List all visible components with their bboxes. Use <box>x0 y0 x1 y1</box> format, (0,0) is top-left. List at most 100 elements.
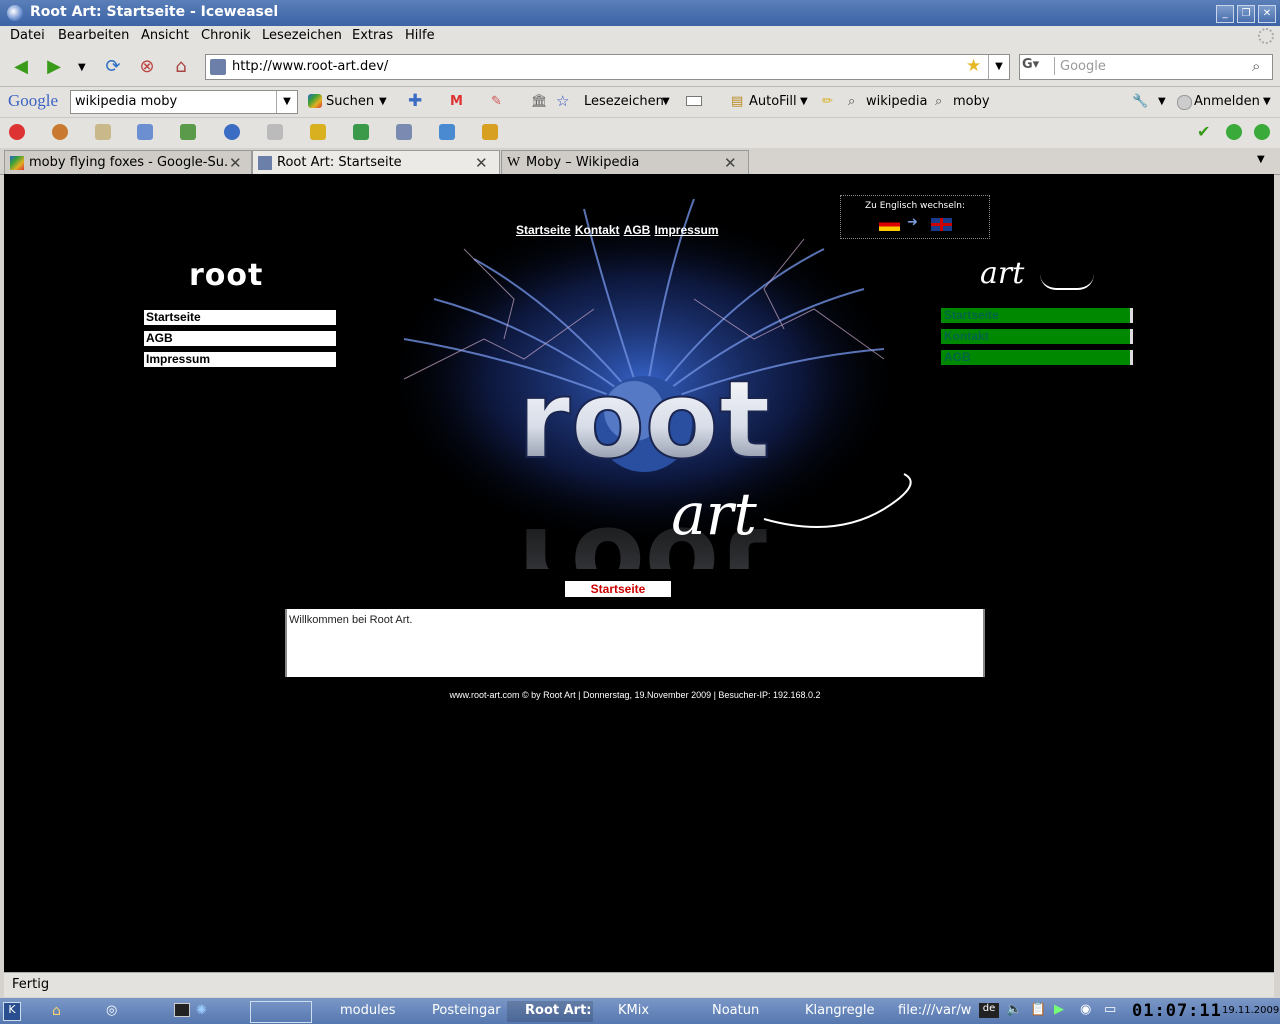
task-klangregler[interactable]: Klangregle <box>785 1001 875 1022</box>
menu-hilfe[interactable]: Hilfe <box>405 28 435 43</box>
date[interactable]: 19.11.2009 <box>1222 1005 1279 1016</box>
images-icon[interactable] <box>180 124 196 140</box>
minimize-button[interactable]: _ <box>1216 5 1234 23</box>
options-icon[interactable] <box>482 124 498 140</box>
close-button[interactable]: ✕ <box>1258 5 1276 23</box>
outline-icon[interactable] <box>310 124 326 140</box>
browser-icon[interactable]: ✺ <box>196 1003 207 1018</box>
klipper-icon[interactable]: 📋 <box>1030 1002 1046 1017</box>
search-engine-icon[interactable]: G▾ <box>1022 57 1055 75</box>
google-bookmarks-button[interactable]: Lesezeichen <box>584 94 664 109</box>
top-link-startseite[interactable]: Startseite <box>516 223 571 237</box>
top-link-agb[interactable]: AGB <box>624 223 651 237</box>
close-tab-icon[interactable]: ✕ <box>724 154 737 172</box>
right-menu-kontakt[interactable]: Kontakt <box>941 329 1133 344</box>
term-moby-button[interactable]: moby <box>953 94 990 109</box>
german-flag-icon[interactable] <box>879 218 900 231</box>
left-menu-agb[interactable]: AGB <box>144 331 336 346</box>
disable-icon[interactable] <box>9 124 25 140</box>
search-dropdown-icon[interactable]: ▼ <box>379 96 387 107</box>
right-menu-agb[interactable]: AGB <box>941 350 1133 365</box>
tab-list-dropdown-icon[interactable]: ▼ <box>1257 154 1265 165</box>
view-source-icon[interactable] <box>439 124 455 140</box>
left-menu-startseite[interactable]: Startseite <box>144 310 336 325</box>
menu-ansicht[interactable]: Ansicht <box>141 28 189 43</box>
term-wikipedia-button[interactable]: wikipedia <box>866 94 927 109</box>
back-icon[interactable]: ◀ <box>8 54 34 80</box>
menu-bearbeiten[interactable]: Bearbeiten <box>58 28 129 43</box>
desktop-pager[interactable] <box>250 1001 312 1023</box>
signin-dropdown-icon[interactable]: ▼ <box>1263 96 1271 107</box>
autofill-dropdown-icon[interactable]: ▼ <box>800 96 808 107</box>
close-tab-icon[interactable]: ✕ <box>475 154 488 172</box>
pencil-icon[interactable]: ✏ <box>822 94 833 109</box>
volume-icon[interactable]: 🔈 <box>1006 1002 1022 1017</box>
star-icon[interactable]: ☆ <box>556 92 569 110</box>
menu-extras[interactable]: Extras <box>352 28 393 43</box>
task-posteingang[interactable]: Posteingar <box>412 1001 502 1022</box>
forms-icon[interactable] <box>137 124 153 140</box>
signin-button[interactable]: Anmelden <box>1194 94 1260 109</box>
add-plus-icon[interactable]: ✚ <box>408 91 422 111</box>
uk-flag-icon[interactable] <box>931 218 952 231</box>
google-search-input[interactable]: wikipedia moby ▼ <box>70 90 298 114</box>
task-file[interactable]: file:///var/w <box>878 1001 971 1022</box>
autofill-icon[interactable]: ▤ <box>731 94 743 109</box>
konqueror-icon[interactable]: ◎ <box>106 1003 117 1018</box>
display-icon[interactable]: ▭ <box>1104 1002 1116 1017</box>
bookmarks-dropdown-icon[interactable]: ▼ <box>662 96 670 107</box>
network-icon[interactable]: ◉ <box>1080 1002 1091 1017</box>
reload-icon[interactable]: ⟳ <box>100 54 126 80</box>
task-kmix[interactable]: KMix <box>598 1001 686 1022</box>
close-tab-icon[interactable]: ✕ <box>229 154 242 172</box>
tab-google-search[interactable]: moby flying foxes - Google-Su... ✕ <box>4 150 252 175</box>
search-icon[interactable]: ⌕ <box>1252 57 1260 75</box>
left-menu-impressum[interactable]: Impressum <box>144 352 336 367</box>
cookies-icon[interactable] <box>52 124 68 140</box>
app-icon <box>7 5 23 21</box>
right-menu-startseite[interactable]: Startseite <box>941 308 1133 323</box>
clock[interactable]: 01:07:11 <box>1132 1001 1222 1021</box>
task-modules[interactable]: modules <box>320 1001 406 1022</box>
top-link-impressum[interactable]: Impressum <box>654 223 718 237</box>
url-dropdown-icon[interactable]: ▼ <box>988 55 1009 79</box>
hero-root-text: root <box>517 358 770 483</box>
top-link-kontakt[interactable]: Kontakt <box>575 223 620 237</box>
tab-wikipedia[interactable]: W Moby – Wikipedia ✕ <box>501 150 749 175</box>
task-noatun[interactable]: Noatun <box>692 1001 780 1022</box>
kde-menu-icon[interactable]: K <box>3 1002 21 1021</box>
autofill-button[interactable]: AutoFill <box>749 94 797 109</box>
menu-chronik[interactable]: Chronik <box>201 28 251 43</box>
window-titlebar[interactable]: Root Art: Startseite - Iceweasel _ ❐ ✕ <box>0 0 1280 26</box>
maximize-button[interactable]: ❐ <box>1237 5 1255 23</box>
tab-root-art[interactable]: Root Art: Startseite ✕ <box>252 150 500 175</box>
history-dropdown-icon[interactable]: ▼ <box>78 62 86 73</box>
tools-icon[interactable] <box>396 124 412 140</box>
menu-lesezeichen[interactable]: Lesezeichen <box>262 28 342 43</box>
gmail-icon[interactable]: M <box>450 94 463 109</box>
home-icon[interactable]: ⌂ <box>168 54 194 80</box>
forward-icon[interactable]: ▶ <box>41 54 67 80</box>
bookmarks-icon[interactable]: 🏛 <box>531 94 548 109</box>
url-bar[interactable]: http://www.root-art.dev/ ★ ▼ <box>205 54 1010 80</box>
information-icon[interactable] <box>224 124 240 140</box>
google-logo[interactable]: Google <box>8 91 58 111</box>
player-icon[interactable]: ▶ <box>1054 1002 1064 1017</box>
google-search-button[interactable]: Suchen <box>326 94 374 109</box>
settings-wrench-icon[interactable]: 🔧 <box>1132 94 1148 109</box>
task-root-art[interactable]: Root Art: <box>507 1001 593 1022</box>
share-icon[interactable]: ✎ <box>491 94 502 109</box>
google-dropdown-icon[interactable]: ▼ <box>276 91 297 113</box>
highlight-icon[interactable] <box>686 96 702 106</box>
keyboard-layout-indicator[interactable]: de <box>979 1003 999 1018</box>
miscellaneous-icon[interactable] <box>267 124 283 140</box>
search-box[interactable]: G▾ Google ⌕ <box>1019 54 1273 80</box>
bookmark-star-icon[interactable]: ★ <box>966 56 981 76</box>
stop-icon[interactable]: ⊗ <box>134 54 160 80</box>
settings-dropdown-icon[interactable]: ▼ <box>1158 96 1166 107</box>
css-icon[interactable] <box>95 124 111 140</box>
resize-icon[interactable] <box>353 124 369 140</box>
menu-datei[interactable]: Datei <box>10 28 45 43</box>
home-folder-icon[interactable]: ⌂ <box>52 1003 61 1019</box>
terminal-icon[interactable] <box>174 1003 190 1017</box>
